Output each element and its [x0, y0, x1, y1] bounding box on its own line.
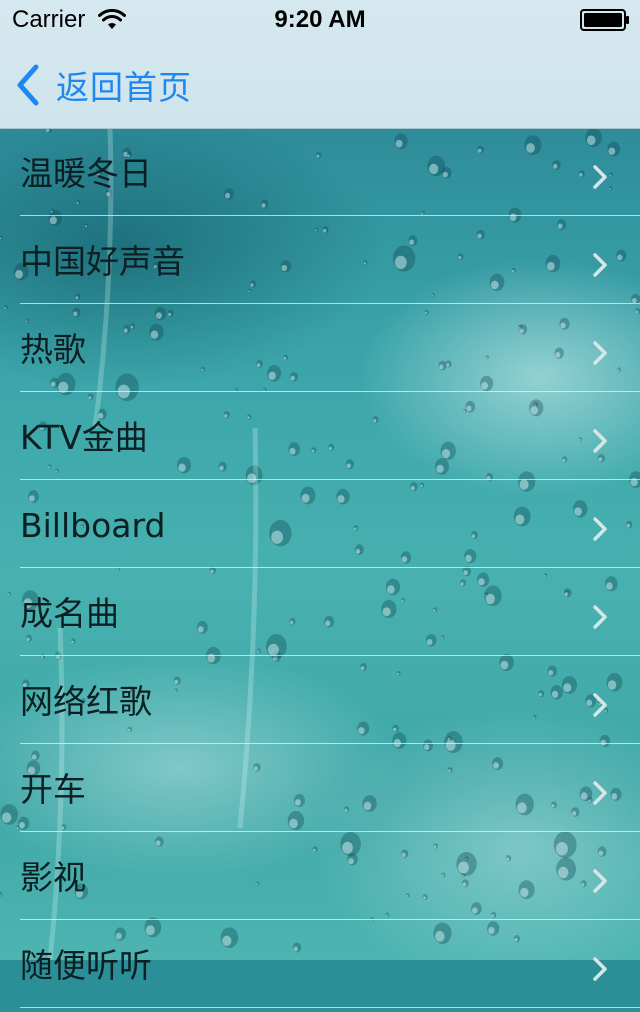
list-item-label: 开车 [20, 770, 86, 809]
back-button-label: 返回首页 [56, 68, 192, 107]
status-time: 9:20 AM [274, 6, 366, 33]
chevron-left-icon [17, 64, 39, 106]
list-item[interactable]: 温暖冬日 [0, 128, 640, 216]
list-item-label: 热歌 [20, 330, 86, 369]
chevron-right-icon [593, 253, 607, 277]
list-item[interactable]: 中国好声音 [0, 216, 640, 304]
chevron-right-icon [593, 517, 607, 541]
list-item[interactable]: 热歌 [0, 304, 640, 392]
chevron-right-icon [593, 165, 607, 189]
chevron-right-icon [593, 341, 607, 365]
list-item[interactable]: 网络红歌 [0, 656, 640, 744]
chevron-right-icon [593, 869, 607, 893]
row-divider [20, 1007, 640, 1008]
back-button[interactable]: 返回首页 [14, 62, 192, 108]
chevron-right-icon [593, 693, 607, 717]
list-item-label: 中国好声音 [20, 242, 185, 281]
list-item[interactable]: 开车 [0, 744, 640, 832]
list-item-label: 成名曲 [20, 594, 119, 633]
list-item[interactable]: KTV金曲 [0, 392, 640, 480]
list-item-label: 网络红歌 [20, 682, 152, 721]
chevron-right-icon [593, 781, 607, 805]
playlist-category-list: 温暖冬日 中国好声音 热歌 KTV金曲 Billboard 成名曲 网络红歌 开… [0, 128, 640, 1008]
list-item[interactable]: 随便听听 [0, 920, 640, 1008]
list-item-label: 温暖冬日 [20, 154, 152, 193]
list-item[interactable]: 成名曲 [0, 568, 640, 656]
list-item-label: Billboard [20, 506, 166, 545]
chevron-right-icon [593, 429, 607, 453]
list-item[interactable]: 影视 [0, 832, 640, 920]
list-item-label: KTV金曲 [20, 418, 148, 457]
battery-icon [580, 9, 629, 31]
list-item[interactable]: Billboard [0, 480, 640, 568]
list-item-label: 影视 [20, 858, 86, 897]
status-bar: Carrier 9:20 AM [0, 0, 640, 40]
chevron-right-icon [593, 605, 607, 629]
list-item-label: 随便听听 [20, 946, 152, 985]
